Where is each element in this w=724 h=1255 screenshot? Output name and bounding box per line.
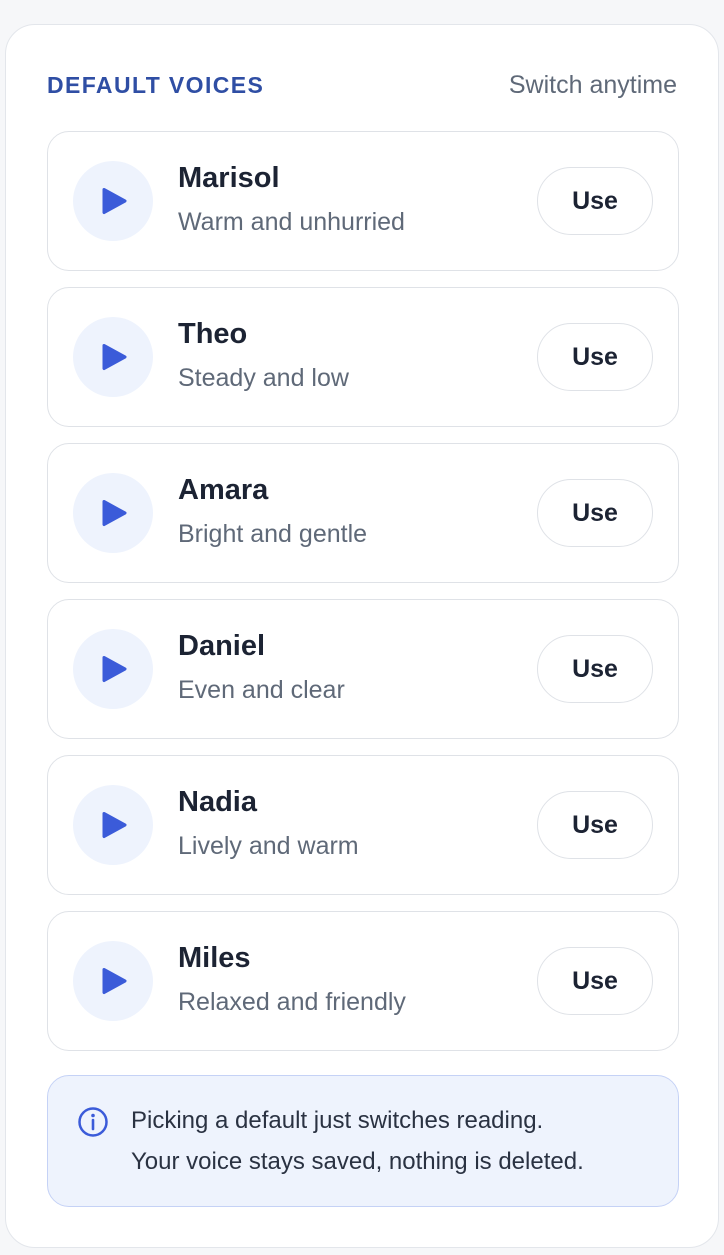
play-preview-button[interactable] (73, 317, 153, 397)
voices-panel: DEFAULT VOICES Switch anytime Marisol Wa… (5, 24, 719, 1248)
voice-name: Nadia (178, 786, 257, 818)
play-preview-button[interactable] (73, 941, 153, 1021)
use-voice-button[interactable]: Use (537, 479, 653, 547)
voice-card-amara: Amara Bright and gentle Use (47, 443, 679, 583)
voice-description: Relaxed and friendly (178, 988, 406, 1016)
voice-info: Theo Steady and low (178, 316, 349, 394)
voice-info: Miles Relaxed and friendly (178, 940, 406, 1018)
use-voice-button[interactable]: Use (537, 323, 653, 391)
info-icon (78, 1107, 108, 1137)
play-icon (102, 344, 127, 370)
voice-info: Amara Bright and gentle (178, 472, 367, 550)
voice-description: Lively and warm (178, 832, 359, 860)
play-icon (102, 968, 127, 994)
voice-description: Bright and gentle (178, 520, 368, 548)
voice-description: Warm and unhurried (178, 208, 405, 236)
voice-name: Theo (178, 318, 248, 350)
voice-description: Even and clear (178, 676, 345, 704)
voice-name: Marisol (178, 162, 280, 194)
voice-info: Nadia Lively and warm (178, 784, 359, 862)
voice-name: Miles (178, 942, 251, 974)
use-voice-button[interactable]: Use (537, 635, 653, 703)
section-title: DEFAULT VOICES (47, 72, 265, 98)
info-line-2: Your voice stays saved, nothing is delet… (131, 1148, 584, 1175)
voice-card-theo: Theo Steady and low Use (47, 287, 679, 427)
panel-header: DEFAULT VOICES Switch anytime (47, 71, 677, 100)
voice-list: Marisol Warm and unhurried Use Theo Stea… (47, 131, 679, 1067)
info-notice: Picking a default just switches reading.… (47, 1075, 679, 1207)
header-hint: Switch anytime (508, 71, 677, 99)
play-preview-button[interactable] (73, 629, 153, 709)
voice-name: Daniel (178, 630, 266, 662)
voice-info: Marisol Warm and unhurried (178, 160, 405, 238)
play-preview-button[interactable] (73, 161, 153, 241)
use-voice-button[interactable]: Use (537, 947, 653, 1015)
voice-card-daniel: Daniel Even and clear Use (47, 599, 679, 739)
voice-card-marisol: Marisol Warm and unhurried Use (47, 131, 679, 271)
play-icon (102, 500, 127, 526)
play-preview-button[interactable] (73, 785, 153, 865)
voice-info: Daniel Even and clear (178, 628, 345, 706)
use-voice-button[interactable]: Use (537, 791, 653, 859)
use-voice-button[interactable]: Use (537, 167, 653, 235)
play-icon (102, 188, 127, 214)
voice-description: Steady and low (178, 364, 349, 392)
voice-card-nadia: Nadia Lively and warm Use (47, 755, 679, 895)
play-icon (102, 656, 127, 682)
voice-card-miles: Miles Relaxed and friendly Use (47, 911, 679, 1051)
info-line-1: Picking a default just switches reading. (131, 1107, 544, 1134)
voice-name: Amara (178, 474, 269, 506)
play-icon (102, 812, 127, 838)
info-message: Picking a default just switches reading.… (131, 1100, 584, 1182)
play-preview-button[interactable] (73, 473, 153, 553)
